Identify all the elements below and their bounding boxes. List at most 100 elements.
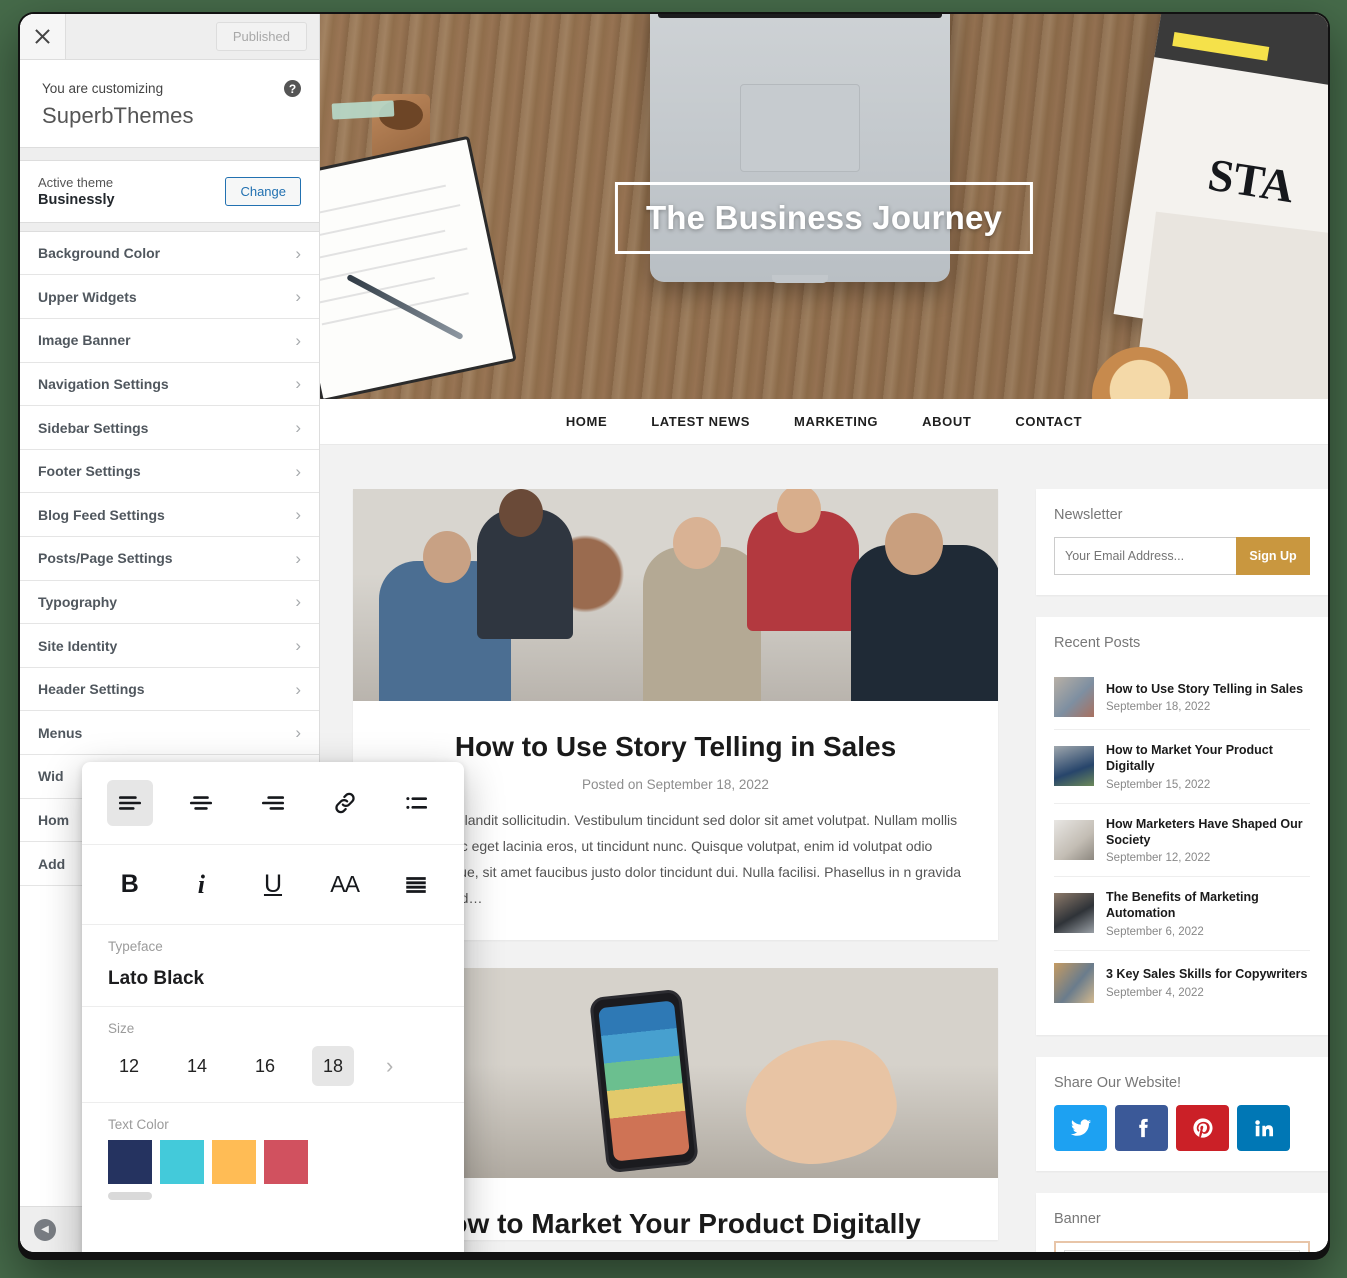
- chevron-right-icon: ›: [295, 461, 301, 481]
- chevron-right-icon: ›: [295, 374, 301, 394]
- size-option-16[interactable]: 16: [244, 1046, 286, 1086]
- align-right-icon[interactable]: [250, 780, 296, 826]
- recent-post-date: September 18, 2022: [1106, 701, 1211, 714]
- color-swatch-cyan[interactable]: [160, 1140, 204, 1184]
- nav-item-about[interactable]: ABOUT: [922, 414, 971, 429]
- chevron-right-icon: ›: [295, 243, 301, 263]
- twitter-icon[interactable]: [1054, 1104, 1107, 1151]
- sidebar-item-image-banner[interactable]: Image Banner ›: [20, 319, 319, 363]
- sidebar-item-header-settings[interactable]: Header Settings ›: [20, 668, 319, 712]
- sidebar-item-navigation-settings[interactable]: Navigation Settings ›: [20, 363, 319, 407]
- chevron-right-icon: ›: [295, 548, 301, 568]
- post-thumbnail: [1054, 746, 1094, 787]
- sidebar-item-upper-widgets[interactable]: Upper Widgets ›: [20, 275, 319, 320]
- sidebar-item-typography[interactable]: Typography ›: [20, 581, 319, 625]
- bold-icon[interactable]: B: [107, 862, 153, 908]
- facebook-icon[interactable]: [1115, 1104, 1168, 1151]
- active-theme-row: Active theme Businessly Change: [20, 160, 319, 223]
- chevron-right-icon: ›: [295, 287, 301, 307]
- recent-post-date: September 15, 2022: [1106, 778, 1211, 791]
- recent-post-title[interactable]: How to Use Story Telling in Sales: [1106, 681, 1310, 697]
- site-navigation: HOME LATEST NEWS MARKETING ABOUT CONTACT: [320, 399, 1328, 445]
- size-section: Size 12 14 16 18 ›: [82, 1006, 464, 1102]
- italic-label: i: [197, 869, 205, 899]
- sidebar-item-label: Background Color: [38, 245, 161, 262]
- justify-icon[interactable]: [393, 862, 439, 908]
- font-size-icon[interactable]: AA: [322, 862, 368, 908]
- newsletter-email-input[interactable]: [1054, 537, 1236, 575]
- typeface-value[interactable]: Lato Black: [108, 954, 438, 1006]
- recent-post-title[interactable]: 3 Key Sales Skills for Copywriters: [1106, 966, 1310, 982]
- nav-item-latest-news[interactable]: LATEST NEWS: [651, 414, 750, 429]
- align-center-icon[interactable]: [178, 780, 224, 826]
- nav-item-marketing[interactable]: MARKETING: [794, 414, 878, 429]
- font-size-label: AA: [330, 871, 360, 897]
- sidebar-item-posts-page-settings[interactable]: Posts/Page Settings ›: [20, 537, 319, 581]
- sidebar-item-background-color[interactable]: Background Color ›: [20, 232, 319, 276]
- hero-title: The Business Journey: [645, 199, 1003, 236]
- post-thumbnail: [1054, 819, 1094, 860]
- bold-label: B: [120, 870, 139, 898]
- list-item[interactable]: How to Use Story Telling in Sales Septem…: [1054, 665, 1310, 730]
- close-icon[interactable]: [20, 14, 66, 59]
- sidebar-item-footer-settings[interactable]: Footer Settings ›: [20, 450, 319, 494]
- list-item[interactable]: How to Market Your Product Digitally Sep…: [1054, 730, 1310, 804]
- list-item[interactable]: How Marketers Have Shaped Our Society Se…: [1054, 804, 1310, 877]
- color-swatch-red[interactable]: [264, 1140, 308, 1184]
- publish-button[interactable]: Published: [215, 22, 307, 51]
- sidebar-item-label: Sidebar Settings: [38, 419, 149, 436]
- pinterest-icon[interactable]: [1176, 1104, 1229, 1151]
- size-option-14[interactable]: 14: [176, 1046, 218, 1086]
- collapse-icon[interactable]: ◀: [34, 1218, 56, 1241]
- change-theme-button[interactable]: Change: [225, 176, 301, 206]
- chevron-right-icon: ›: [295, 330, 301, 350]
- chevron-right-icon: ›: [295, 418, 301, 438]
- sidebar-item-blog-feed-settings[interactable]: Blog Feed Settings ›: [20, 493, 319, 538]
- color-swatch-navy[interactable]: [108, 1140, 152, 1184]
- link-icon[interactable]: [322, 780, 368, 826]
- recent-post-date: September 4, 2022: [1106, 986, 1204, 999]
- sidebar-item-menus[interactable]: Menus ›: [20, 711, 319, 756]
- sidebar-item-label: Site Identity: [38, 637, 118, 654]
- browser-window: STA The Business Journey HOME LATEST NEW…: [18, 12, 1330, 1260]
- customizing-label: You are customizing: [42, 81, 164, 96]
- chevron-right-icon: ›: [295, 679, 301, 699]
- nav-item-contact[interactable]: CONTACT: [1015, 414, 1082, 429]
- list-item[interactable]: The Benefits of Marketing Automation Sep…: [1054, 877, 1310, 951]
- size-label: Size: [108, 1021, 135, 1036]
- chevron-right-icon[interactable]: ›: [386, 1053, 393, 1079]
- site-content: How to Use Story Telling in Sales Posted…: [320, 445, 1328, 1252]
- recent-post-date: September 6, 2022: [1106, 925, 1204, 938]
- site-sidebar: Newsletter Sign Up Recent Posts How to U…: [1036, 489, 1328, 1252]
- linkedin-icon[interactable]: [1237, 1104, 1290, 1151]
- customizer-topbar: Published: [20, 14, 319, 60]
- post-thumbnail: [1054, 962, 1094, 1003]
- recent-post-title[interactable]: The Benefits of Marketing Automation: [1106, 889, 1310, 922]
- color-swatch-amber[interactable]: [212, 1140, 256, 1184]
- size-option-18[interactable]: 18: [312, 1046, 354, 1086]
- sidebar-item-site-identity[interactable]: Site Identity ›: [20, 624, 319, 668]
- italic-icon[interactable]: i: [178, 862, 224, 908]
- newsletter-signup-button[interactable]: Sign Up: [1236, 537, 1310, 575]
- hero-title-box: The Business Journey: [614, 182, 1034, 254]
- underline-icon[interactable]: U: [250, 862, 296, 908]
- notepad-image: [320, 135, 517, 399]
- sidebar-item-sidebar-settings[interactable]: Sidebar Settings ›: [20, 406, 319, 450]
- sidebar-item-label: Add: [38, 855, 66, 872]
- post-title[interactable]: How to Use Story Telling in Sales: [353, 701, 998, 763]
- banner-frame[interactable]: [1054, 1240, 1310, 1252]
- selected-swatch-indicator: [108, 1192, 152, 1200]
- list-item[interactable]: 3 Key Sales Skills for Copywriters Septe…: [1054, 951, 1310, 1015]
- help-icon[interactable]: ?: [284, 80, 301, 97]
- typeface-section: Typeface Lato Black: [82, 924, 464, 1006]
- size-option-12[interactable]: 12: [108, 1046, 150, 1086]
- align-left-icon[interactable]: [106, 780, 153, 826]
- nav-item-home[interactable]: HOME: [566, 414, 607, 429]
- chevron-right-icon: ›: [295, 505, 301, 525]
- recent-post-title[interactable]: How to Market Your Product Digitally: [1106, 742, 1310, 775]
- recent-post-title[interactable]: How Marketers Have Shaped Our Society: [1106, 816, 1310, 849]
- text-color-label: Text Color: [108, 1117, 169, 1132]
- bullet-list-icon[interactable]: [393, 780, 439, 826]
- chevron-right-icon: ›: [295, 592, 301, 612]
- browser-viewport: STA The Business Journey HOME LATEST NEW…: [20, 14, 1328, 1252]
